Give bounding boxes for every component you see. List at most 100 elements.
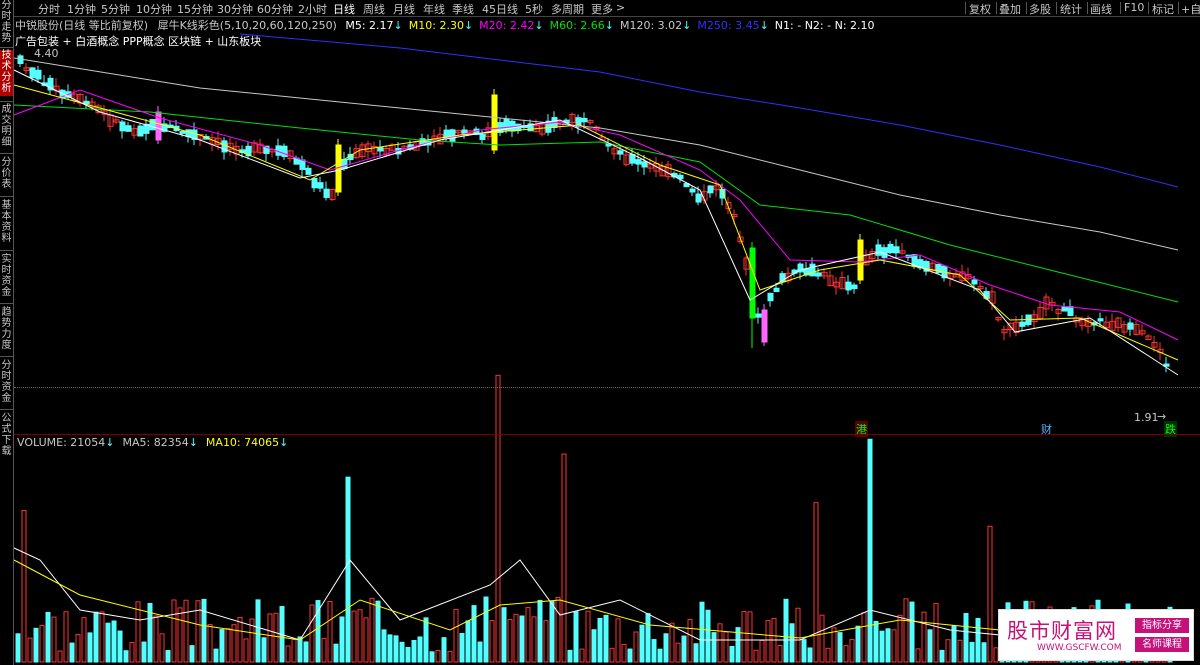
- volume-bar: [969, 641, 975, 663]
- side-tab-trade-detail[interactable]: 成交明细: [0, 104, 13, 148]
- period-tab-10min[interactable]: 10分钟: [136, 1, 172, 17]
- draw-line-button[interactable]: 画线: [1090, 1, 1112, 17]
- period-tab-45day[interactable]: 45日线: [482, 1, 518, 17]
- down-arrow-icon: ↓: [682, 19, 692, 32]
- volume-bar: [153, 615, 159, 663]
- volume-bar: [27, 637, 33, 663]
- candle-body: [755, 313, 762, 318]
- volume-bar: [87, 632, 93, 663]
- candle-body: [137, 125, 144, 137]
- volume-bar: [57, 650, 63, 663]
- side-tab-technical[interactable]: 技术分析: [0, 50, 13, 96]
- volume-bar: [645, 613, 651, 663]
- side-tab-intraday[interactable]: 分时走势: [0, 0, 13, 44]
- volume-bar: [747, 611, 753, 663]
- candle-body: [119, 121, 126, 132]
- side-tab-trend-strength[interactable]: 趋势力度: [0, 307, 13, 351]
- side-tab-realtime-funds[interactable]: 实时资金: [0, 254, 13, 298]
- period-tab-1min[interactable]: 1分钟: [67, 1, 96, 17]
- volume-bar: [351, 610, 357, 663]
- period-tab-60min[interactable]: 60分钟: [257, 1, 293, 17]
- period-tab-monthly[interactable]: 月线: [393, 1, 415, 17]
- multi-stock-button[interactable]: 多股: [1029, 1, 1051, 17]
- candle-body: [491, 94, 498, 151]
- side-tab-basic-info[interactable]: 基本资料: [0, 200, 13, 244]
- period-tab-fenshi[interactable]: 分时: [38, 1, 60, 17]
- period-tab-weekly[interactable]: 周线: [363, 1, 385, 17]
- volume-bar: [807, 647, 813, 663]
- volume-bar: [609, 647, 615, 663]
- volume-bar: [219, 629, 225, 663]
- watermark-title: 股市财富网: [1007, 619, 1117, 643]
- volume-bar: [765, 620, 771, 663]
- volume-bar: [93, 611, 99, 663]
- candle-body: [689, 188, 696, 193]
- candle-body: [377, 147, 384, 152]
- indicator-name: 犀牛K线彩色(5,10,20,60,120,250): [157, 19, 337, 32]
- volume-bar: [639, 624, 645, 663]
- volume-bar: [591, 629, 597, 663]
- more-arrow-icon[interactable]: >: [616, 1, 625, 14]
- candle-body: [317, 182, 324, 189]
- volume-bar: [975, 617, 981, 663]
- volume-bar: [867, 438, 873, 663]
- period-tab-5min[interactable]: 5分钟: [101, 1, 130, 17]
- period-tab-30min[interactable]: 30分钟: [217, 1, 253, 17]
- period-tab-more[interactable]: 更多: [591, 1, 613, 17]
- toolbar-divider: [1087, 2, 1088, 14]
- volume-bar: [933, 602, 939, 663]
- period-tab-yearly[interactable]: 年线: [423, 1, 445, 17]
- ma60-label: M60: 2.66: [549, 19, 605, 32]
- candle-body: [281, 145, 288, 158]
- volume-bar: [819, 614, 825, 663]
- volume-bar: [789, 623, 795, 663]
- volume-bar: [411, 640, 417, 663]
- ma10-label: M10: 2.30: [408, 19, 464, 32]
- volume-bar: [171, 599, 177, 663]
- f10-button[interactable]: F10: [1124, 1, 1144, 14]
- down-arrow-icon: ↓: [534, 19, 544, 32]
- volume-bar: [939, 649, 945, 663]
- volume-bar: [885, 628, 891, 663]
- period-tab-quarterly[interactable]: 季线: [452, 1, 474, 17]
- candle-body: [695, 193, 702, 203]
- ma250-value: M250: 3.45↓: [697, 19, 768, 32]
- volume-bar: [459, 632, 465, 663]
- side-tab-formula-download[interactable]: 公式下载: [0, 413, 13, 457]
- volume-bar: [345, 476, 351, 663]
- volume-bar: [333, 643, 339, 663]
- left-side-tabs: 分时走势 技术分析 成交明细 分价表 基本资料 实时资金 趋势力度 分时资金 公…: [0, 0, 14, 665]
- volume-bar: [891, 629, 897, 663]
- candle-body: [971, 279, 978, 285]
- add-custom-button[interactable]: +自: [1181, 1, 1200, 17]
- fuquan-button[interactable]: 复权: [969, 1, 991, 17]
- side-tab-intraday-funds[interactable]: 分时资金: [0, 360, 13, 404]
- volume-bar: [321, 637, 327, 663]
- volume-bar: [555, 596, 561, 663]
- period-tab-15min[interactable]: 15分钟: [177, 1, 213, 17]
- down-arrow-icon: ↓: [279, 436, 289, 449]
- period-tab-2hour[interactable]: 2小时: [298, 1, 327, 17]
- volume-bar: [39, 624, 45, 663]
- volume-bar: [369, 597, 375, 663]
- volume-bar: [213, 648, 219, 663]
- statistics-button[interactable]: 统计: [1060, 1, 1082, 17]
- volume-bar: [513, 613, 519, 663]
- period-tab-multi[interactable]: 多周期: [551, 1, 584, 17]
- period-tab-5sec[interactable]: 5秒: [525, 1, 543, 17]
- period-tab-daily[interactable]: 日线: [333, 1, 355, 17]
- volume-bar: [951, 625, 957, 663]
- volume-bar: [297, 636, 303, 663]
- volume-bar: [837, 632, 843, 663]
- ma5-value: M5: 2.17↓: [345, 19, 402, 32]
- candle-body: [815, 272, 822, 277]
- candle-body: [305, 167, 312, 175]
- mark-button[interactable]: 标记: [1152, 1, 1174, 17]
- volume-bar: [273, 612, 279, 663]
- volume-bar: [375, 600, 381, 663]
- volume-bar: [429, 651, 435, 663]
- volume-bar: [843, 645, 849, 663]
- side-tab-price-table[interactable]: 分价表: [0, 157, 13, 191]
- chart-canvas[interactable]: [0, 0, 1200, 665]
- overlay-button[interactable]: 叠加: [999, 1, 1021, 17]
